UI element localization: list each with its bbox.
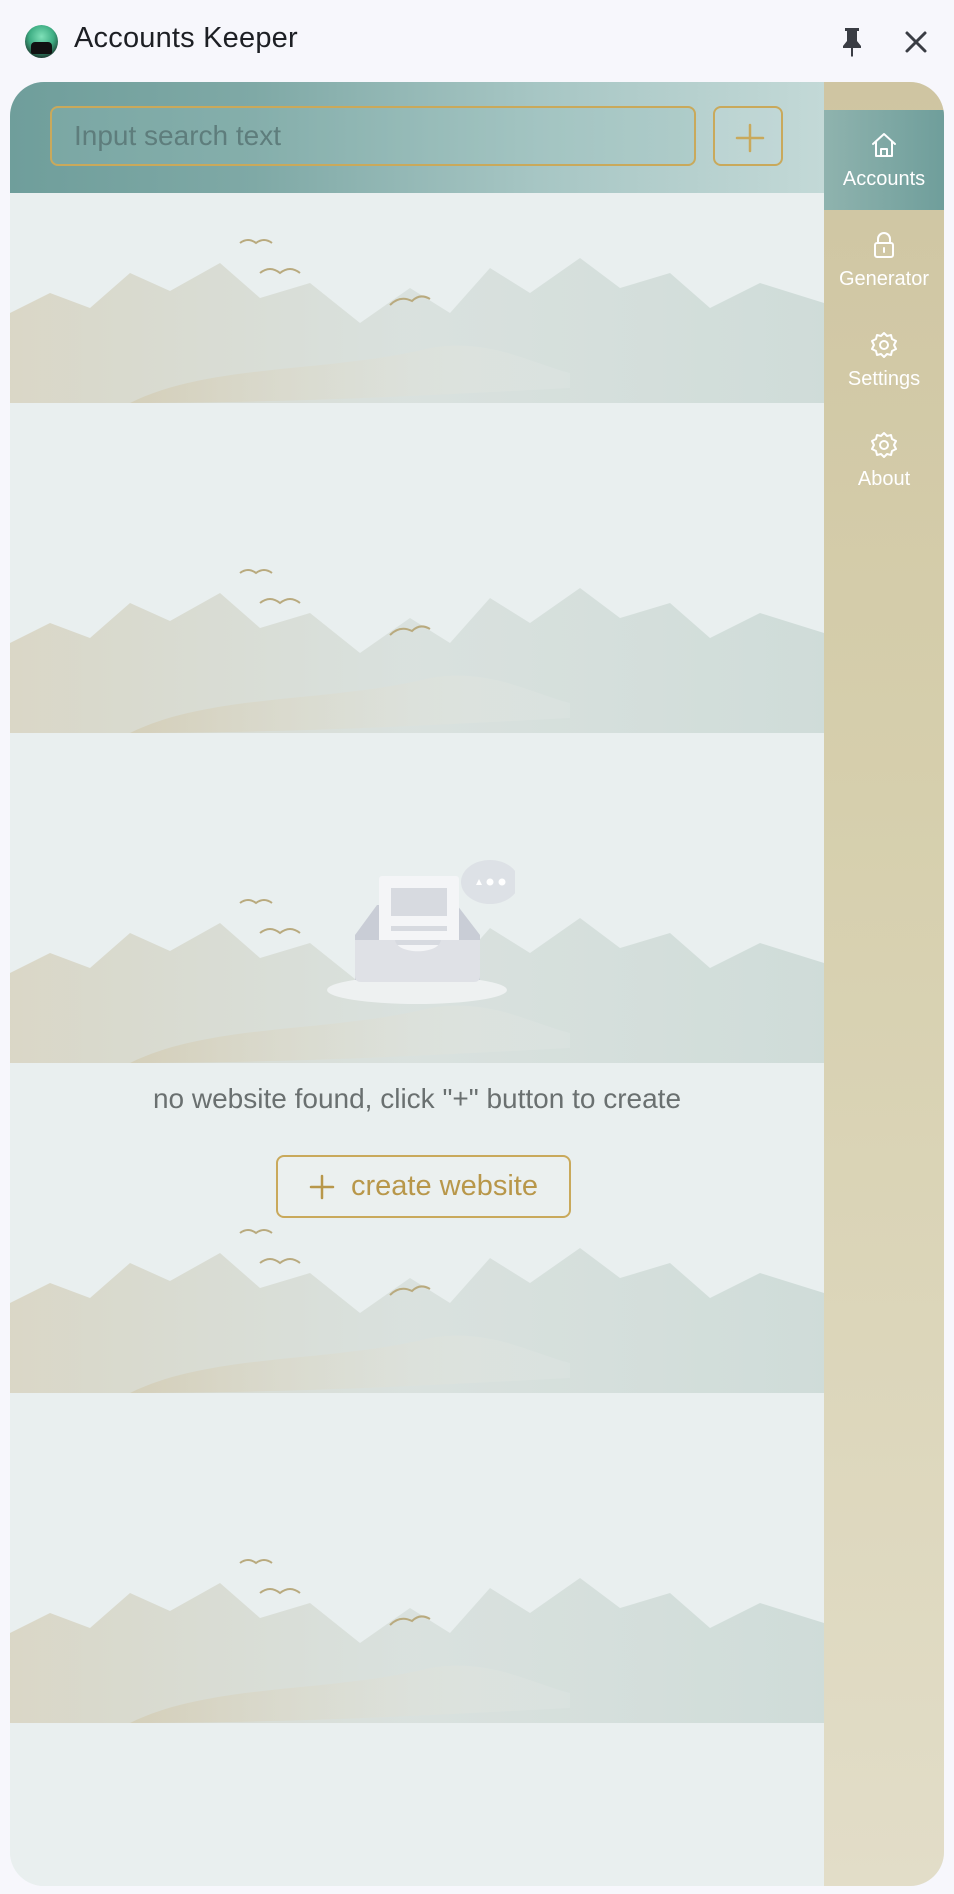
content-area: no website found, click "+" button to cr… — [10, 82, 824, 1886]
search-input[interactable] — [50, 106, 696, 166]
close-icon — [905, 31, 927, 53]
home-icon — [872, 132, 896, 157]
sidebar-item-label: Accounts — [842, 167, 926, 190]
sidebar-item-generator[interactable]: Generator — [824, 210, 944, 310]
app-logo — [25, 25, 58, 58]
title-bar: Accounts Keeper — [0, 0, 954, 82]
app-title: Accounts Keeper — [74, 22, 298, 54]
empty-state-message: no website found, click "+" button to cr… — [152, 1083, 682, 1114]
close-button[interactable] — [900, 26, 932, 58]
sidebar-item-about[interactable]: About — [824, 410, 944, 510]
pin-button[interactable] — [838, 26, 866, 58]
lock-icon — [874, 231, 894, 258]
mountain-background — [10, 239, 824, 1724]
pin-icon — [843, 28, 861, 57]
sidebar: Accounts Generator Settings About — [824, 82, 944, 1886]
sidebar-item-label: Settings — [847, 367, 921, 390]
sidebar-item-label: Generator — [838, 267, 930, 290]
plus-icon — [309, 1174, 335, 1199]
main-panel: no website found, click "+" button to cr… — [10, 82, 944, 1886]
empty-inbox-illustration — [327, 860, 515, 1004]
sidebar-item-accounts[interactable]: Accounts — [824, 110, 944, 210]
add-button[interactable] — [713, 106, 783, 166]
plus-icon — [735, 123, 765, 153]
sidebar-item-settings[interactable]: Settings — [824, 310, 944, 410]
gear-icon — [871, 431, 897, 458]
gear-icon — [871, 331, 897, 358]
sidebar-item-label: About — [857, 467, 911, 490]
app-window: Accounts Keeper Input search text no web… — [0, 0, 954, 1894]
header-band — [10, 82, 824, 193]
create-website-button[interactable]: create website — [276, 1155, 571, 1218]
create-website-label: create website — [351, 1170, 538, 1202]
